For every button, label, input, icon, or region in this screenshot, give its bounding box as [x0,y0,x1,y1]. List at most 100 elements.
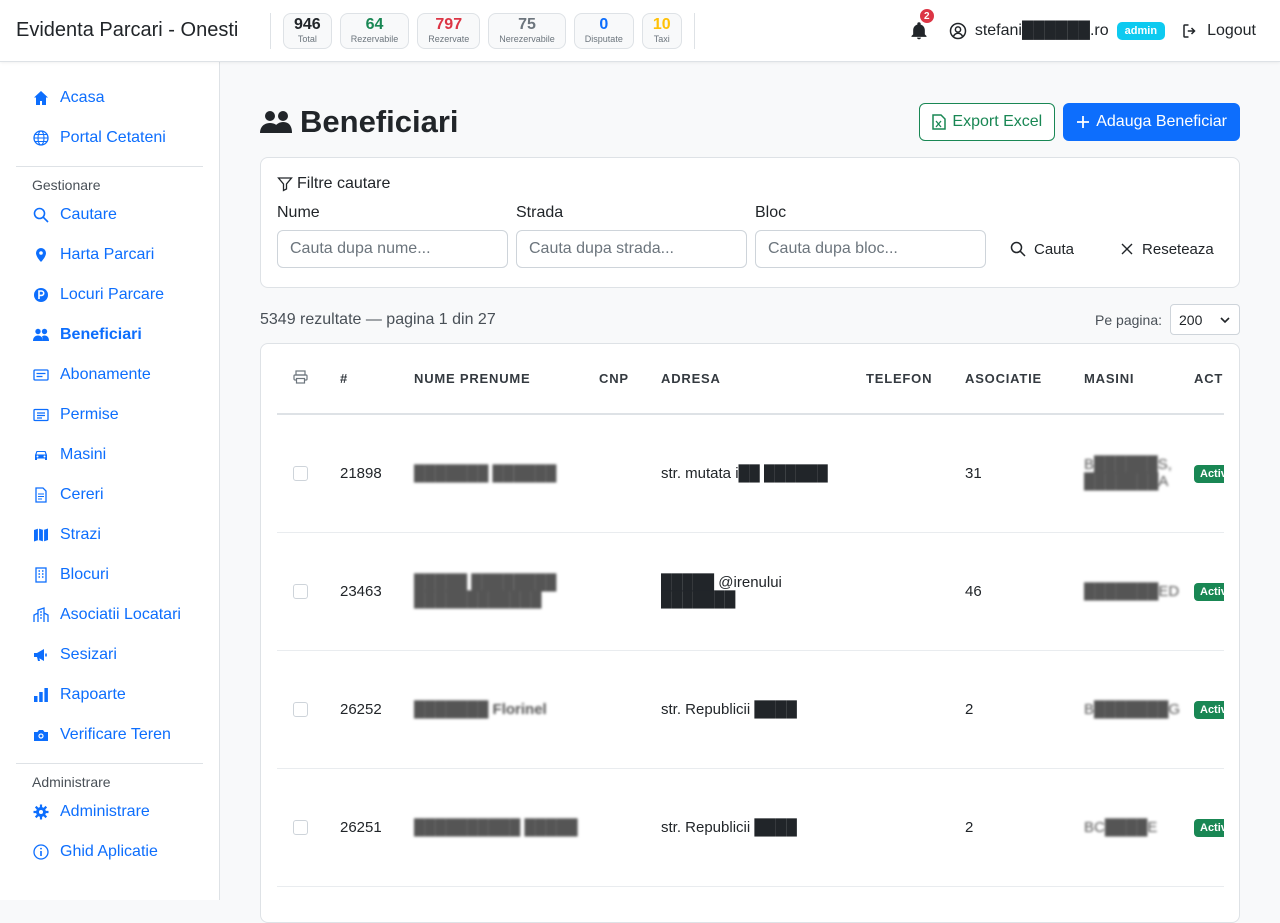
table-row[interactable]: 21898 ███████ ██████ str. mutata i██ █████… [277,414,1224,533]
column-header-address[interactable]: ADRESA [653,344,858,415]
cell-phone [858,414,957,533]
sidebar-item-cautare[interactable]: Cautare [16,195,203,235]
column-header-phone[interactable]: TELEFON [858,344,957,415]
table-row[interactable]: 23463 █████ ████████ ████████████ █████ @i… [277,532,1224,651]
sidebar-item-blocuri[interactable]: Blocuri [16,555,203,595]
column-header-cars[interactable]: MASINI [1076,344,1186,415]
sidebar-item-label: Harta Parcari [60,246,155,263]
row-checkbox[interactable] [293,819,308,835]
globe-icon [32,130,49,147]
redacted-name: ███████ Florinel [414,700,547,718]
name-search-input[interactable] [277,230,508,268]
cell-id: 26252 [332,650,406,769]
block-search-input[interactable] [755,230,986,268]
people-icon [260,111,292,133]
row-checkbox[interactable] [293,465,308,481]
sidebar-item-rapoarte[interactable]: Rapoarte [16,675,203,715]
export-excel-button[interactable]: Export Excel [919,103,1056,141]
column-header-active[interactable]: ACTIV [1186,344,1224,415]
sidebar-item-acasa[interactable]: Acasa [16,78,203,118]
sidebar-item-strazi[interactable]: Strazi [16,515,203,555]
user-menu[interactable]: stefani██████.ro admin [949,22,1166,40]
sidebar-item-abonamente[interactable]: Abonamente [16,355,203,395]
sidebar-item-label: Blocuri [60,566,109,583]
cell-cnp [591,650,653,769]
cell-name[interactable]: ███████ Florinel [406,650,591,769]
parking-icon [32,287,49,304]
block-filter-group: Bloc [755,204,986,268]
cell-name[interactable]: ███████ ██████ [406,414,591,533]
sidebar-item-cereri[interactable]: Cereri [16,475,203,515]
sidebar-divider [16,763,203,764]
stat-disputate[interactable]: 0 Disputate [573,12,634,49]
stat-total[interactable]: 946 Total [283,12,332,49]
cell-id: 26251 [332,768,406,887]
sidebar-item-label: Administrare [60,803,150,820]
filter-title-text: Filtre cautare [297,175,391,192]
print-header[interactable] [277,344,332,415]
per-page-label: Pe pagina: [1095,311,1162,328]
row-checkbox[interactable] [293,583,308,599]
sidebar-item-permise[interactable]: Permise [16,395,203,435]
sidebar-item-administrare[interactable]: Administrare [16,792,203,832]
column-header-name[interactable]: NUME PRENUME [406,344,591,415]
megaphone-icon [32,647,49,664]
sidebar-item-locuri-parcare[interactable]: Locuri Parcare [16,275,203,315]
column-header-id[interactable]: # [332,344,406,415]
stat-value: 946 [294,16,321,33]
page-actions: Export Excel Adauga Beneficiar [919,103,1240,141]
sidebar-item-sesizari[interactable]: Sesizari [16,635,203,675]
add-beneficiary-button[interactable]: Adauga Beneficiar [1063,103,1240,141]
row-select-cell [277,532,332,651]
sidebar-item-asociatii-locatari[interactable]: Asociatii Locatari [16,595,203,635]
redacted-name: █████ ████████ ████████████ [414,574,557,608]
street-search-input[interactable] [516,230,747,268]
sidebar-item-portal-cetateni[interactable]: Portal Cetateni [16,118,203,158]
document-icon [32,487,49,504]
cell-address: str. Republicii ████ [653,768,858,887]
sidebar-item-masini[interactable]: Masini [16,435,203,475]
column-header-association[interactable]: ASOCIATIE [957,344,1076,415]
cell-name[interactable]: ██████████ █████ [406,768,591,887]
cell-name[interactable]: █████ ████████ ████████████ [406,532,591,651]
address-text: str. mutata i██ ██████ [661,464,828,482]
stat-nerezervabile[interactable]: 75 Nerezervabile [488,12,566,49]
status-badge: Activ [1194,464,1224,483]
logout-button[interactable]: Logout [1181,22,1256,40]
printer-icon [293,370,308,384]
stat-taxi[interactable]: 10 Taxi [641,12,682,49]
table-scroll-area[interactable]: # NUME PRENUME CNP ADRESA TELEFON ASOCIA… [277,344,1224,922]
buildings-icon [32,607,49,624]
table-row[interactable]: 26251 ██████████ █████ str. Republicii ███… [277,768,1224,887]
reset-button[interactable]: Reseteaza [1108,230,1226,268]
logout-label: Logout [1207,22,1256,39]
redacted-plates: ███████ED [1084,582,1180,600]
role-badge: admin [1116,22,1166,40]
stat-label: Nerezervabile [499,34,555,44]
sidebar: Acasa Portal Cetateni Gestionare Cautare H… [0,62,220,900]
per-page-control: Pe pagina: 200 [1095,304,1240,335]
notifications-button[interactable]: 2 [907,7,936,43]
cell-association: 2 [957,768,1076,887]
stat-rezervabile[interactable]: 64 Rezervabile [339,12,410,49]
sidebar-item-label: Acasa [60,89,105,106]
sidebar-item-ghid-aplicatie[interactable]: Ghid Aplicatie [16,832,203,872]
block-filter-label: Bloc [755,204,787,221]
per-page-select[interactable]: 200 [1170,304,1240,335]
results-summary: 5349 rezultate — pagina 1 din 27 [260,311,496,328]
cell-active: Activ [1186,414,1224,533]
chevron-down-icon [1220,316,1230,323]
sidebar-item-verificare-teren[interactable]: Verificare Teren [16,715,203,755]
camera-icon [32,727,49,744]
stat-rezervate[interactable]: 797 Rezervate [417,12,481,49]
row-checkbox[interactable] [293,701,308,717]
logout-icon [1183,24,1196,38]
table-row[interactable]: 26252 ███████ Florinel str. Republicii ███… [277,650,1224,769]
status-badge: Activ [1194,582,1224,601]
search-button[interactable]: Cauta [998,230,1086,268]
column-header-cnp[interactable]: CNP [591,344,653,415]
sidebar-item-beneficiari[interactable]: Beneficiari [16,315,203,355]
app-title[interactable]: Evidenta Parcari - Onesti [16,19,256,42]
street-filter-group: Strada [516,204,747,268]
sidebar-item-harta-parcari[interactable]: Harta Parcari [16,235,203,275]
